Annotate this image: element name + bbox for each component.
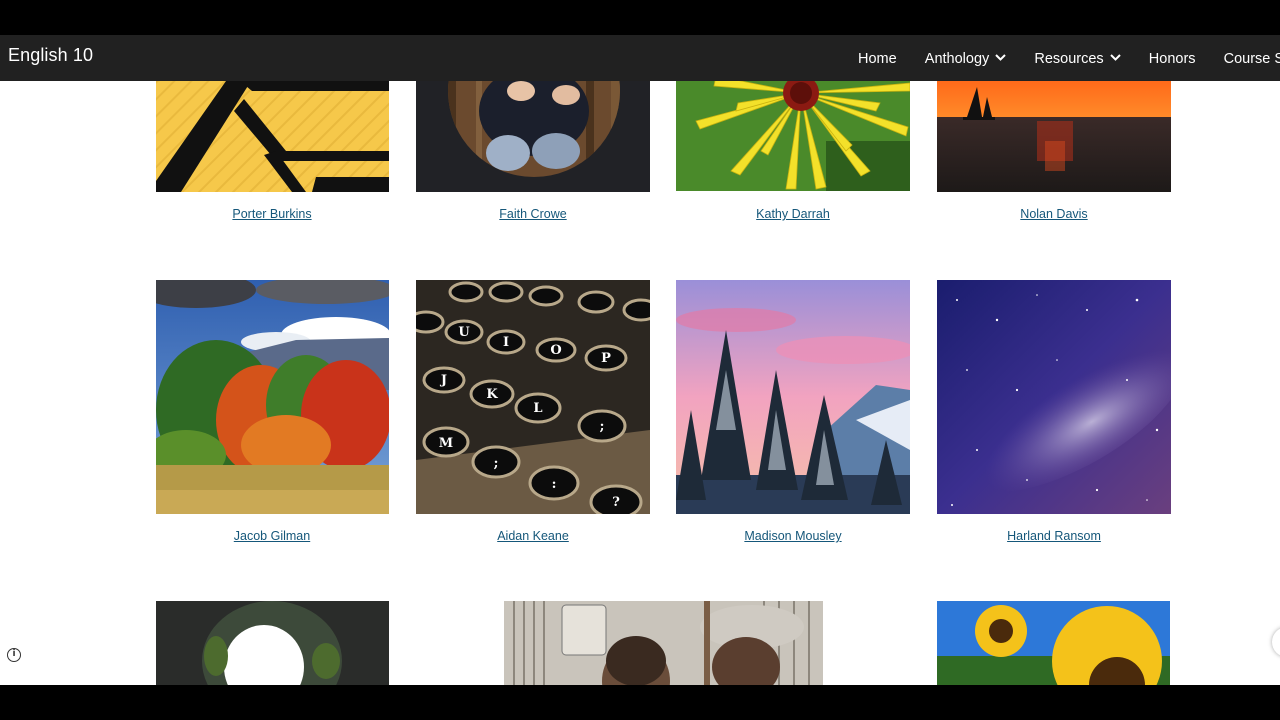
nav-label: Course Syllabu bbox=[1223, 51, 1280, 67]
site-title[interactable]: English 10 bbox=[8, 45, 93, 66]
scroll-to-top-button[interactable] bbox=[1272, 627, 1280, 657]
student-link-faith-crowe[interactable]: Faith Crowe bbox=[416, 207, 650, 221]
image-typewriter-keys[interactable]: U I O P J K L; M;:? bbox=[416, 280, 650, 514]
student-link-aidan-keane[interactable]: Aidan Keane bbox=[416, 529, 650, 543]
top-navbar: English 10 Home Anthology Resources Hono… bbox=[0, 35, 1280, 81]
student-link-madison-mousley[interactable]: Madison Mousley bbox=[676, 529, 910, 543]
student-link-jacob-gilman[interactable]: Jacob Gilman bbox=[155, 529, 389, 543]
svg-text:;: ; bbox=[494, 456, 499, 471]
svg-text:K: K bbox=[486, 387, 498, 402]
svg-text:O: O bbox=[550, 343, 561, 358]
svg-text:L: L bbox=[533, 401, 542, 416]
student-link-harland-ransom[interactable]: Harland Ransom bbox=[937, 529, 1171, 543]
nav-item-resources[interactable]: Resources bbox=[1034, 49, 1121, 67]
nav-menu: Home Anthology Resources Honors Course S… bbox=[858, 48, 1280, 67]
video-letterbox-bottom bbox=[0, 685, 1280, 720]
nav-item-anthology[interactable]: Anthology bbox=[925, 51, 1007, 67]
nav-label: Home bbox=[858, 51, 897, 67]
video-letterbox-top bbox=[0, 0, 1280, 35]
image-portrait-circle[interactable] bbox=[416, 81, 650, 192]
nav-item-course-syllabus[interactable]: Course Syllabu bbox=[1224, 51, 1280, 67]
image-two-people-photo[interactable] bbox=[504, 601, 823, 685]
nav-label: Honors bbox=[1148, 51, 1196, 67]
student-link-kathy-darrah[interactable]: Kathy Darrah bbox=[676, 207, 910, 221]
info-icon[interactable]: i bbox=[7, 648, 21, 662]
chevron-down-icon[interactable] bbox=[1109, 49, 1121, 65]
nav-item-honors[interactable]: Honors bbox=[1149, 51, 1196, 67]
svg-text:?: ? bbox=[612, 495, 620, 510]
image-yellow-black-geometric[interactable] bbox=[156, 81, 389, 192]
svg-text:U: U bbox=[458, 325, 470, 340]
svg-text:I: I bbox=[503, 335, 509, 350]
image-sunflowers[interactable] bbox=[937, 601, 1170, 685]
image-autumn-trees[interactable] bbox=[156, 280, 389, 514]
page: English 10 Home Anthology Resources Hono… bbox=[0, 35, 1280, 685]
svg-text::: : bbox=[552, 477, 557, 492]
image-sunset-sailboat[interactable] bbox=[937, 81, 1171, 192]
student-link-nolan-davis[interactable]: Nolan Davis bbox=[937, 207, 1171, 221]
nav-item-home[interactable]: Home bbox=[858, 51, 897, 67]
image-galaxy-night-sky[interactable] bbox=[937, 280, 1171, 514]
image-yellow-flower[interactable] bbox=[676, 81, 910, 191]
svg-text:M: M bbox=[439, 436, 453, 451]
nav-label: Resources bbox=[1034, 51, 1104, 67]
svg-text:P: P bbox=[601, 351, 611, 366]
chevron-down-icon[interactable] bbox=[995, 49, 1006, 65]
image-pink-sky-pine-trees[interactable] bbox=[676, 280, 910, 514]
svg-text:;: ; bbox=[600, 419, 605, 434]
svg-text:J: J bbox=[440, 373, 447, 388]
student-link-porter-burkins[interactable]: Porter Burkins bbox=[155, 207, 389, 221]
image-tunnel[interactable] bbox=[156, 601, 389, 685]
nav-label: Anthology bbox=[924, 51, 990, 67]
